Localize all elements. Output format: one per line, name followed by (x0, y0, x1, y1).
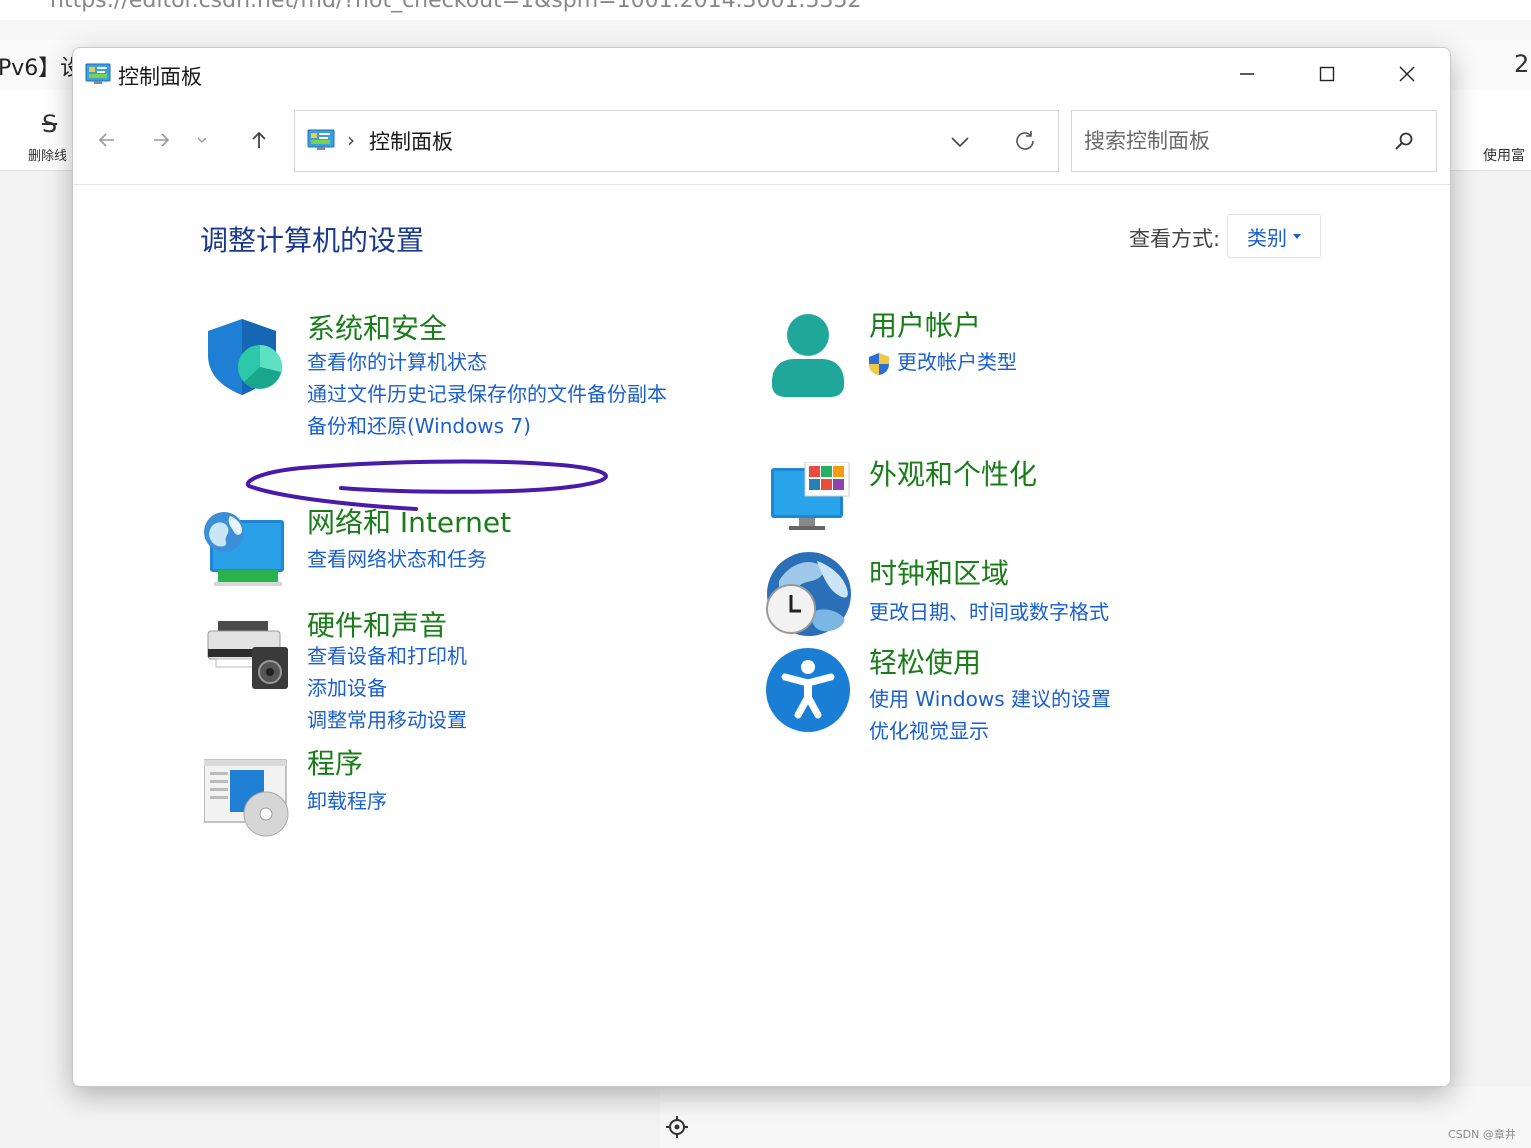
maximize-icon (1319, 66, 1335, 82)
category-title-programs[interactable]: 程序 (307, 742, 363, 782)
background-tab-strip (0, 20, 1531, 40)
close-icon (1399, 66, 1415, 82)
background-url-bar: https://editor.csdn.net/md/?not_checkout… (0, 0, 1531, 21)
link-change-account-type-label: 更改帐户类型 (897, 350, 1017, 374)
window-title: 控制面板 (118, 65, 202, 89)
caret-down-icon (1293, 233, 1301, 239)
link-change-account-type[interactable]: 更改帐户类型 (867, 346, 1017, 376)
link-file-history-backup[interactable]: 通过文件历史记录保存你的文件备份副本 (307, 378, 667, 407)
control-panel-icon (307, 129, 335, 150)
address-bar[interactable]: › 控制面板 (294, 110, 1059, 172)
category-title-system-security[interactable]: 系统和安全 (307, 307, 447, 347)
background-counter: 2 (1514, 50, 1530, 78)
watermark: CSDN @章井 (1448, 1128, 1516, 1141)
chevron-down-icon (197, 137, 207, 143)
recent-locations-button[interactable] (187, 118, 217, 162)
view-by-label: 查看方式: (1129, 227, 1221, 251)
monitor-tiles-icon (771, 462, 850, 530)
link-windows-suggested-settings[interactable]: 使用 Windows 建议的设置 (869, 683, 1111, 712)
network-globe-icon (204, 512, 284, 586)
accessibility-icon (766, 648, 850, 732)
search-box[interactable] (1071, 110, 1437, 172)
title-bar[interactable]: 控制面板 (73, 48, 1450, 100)
user-icon (772, 314, 844, 397)
globe-clock-icon (766, 552, 851, 636)
up-button[interactable] (237, 118, 281, 162)
category-title-hardware[interactable]: 硬件和声音 (307, 604, 447, 644)
search-icon[interactable] (1392, 129, 1416, 153)
link-view-computer-status[interactable]: 查看你的计算机状态 (307, 346, 487, 375)
search-input[interactable] (1082, 123, 1386, 159)
arrow-up-icon (252, 131, 266, 148)
content-area: 调整计算机的设置 查看方式: 类别 系统和安全 查看你的计算机状态 通过文件历史… (73, 185, 1450, 1086)
link-add-device[interactable]: 添加设备 (307, 672, 387, 701)
minimize-button[interactable] (1207, 48, 1287, 100)
programs-disc-icon (204, 759, 289, 837)
crosshair-icon[interactable] (665, 1115, 689, 1139)
category-title-ease-of-access[interactable]: 轻松使用 (869, 641, 981, 681)
link-mobility-settings[interactable]: 调整常用移动设置 (307, 704, 467, 733)
view-by-dropdown[interactable]: 类别 (1227, 214, 1321, 258)
printer-speaker-icon (207, 621, 288, 689)
close-button[interactable] (1367, 48, 1447, 100)
link-change-date-time-format[interactable]: 更改日期、时间或数字格式 (869, 596, 1109, 625)
link-optimize-visual-display[interactable]: 优化视觉显示 (869, 715, 989, 744)
category-title-user-accounts[interactable]: 用户帐户 (869, 304, 981, 344)
background-bottom-panel (660, 1086, 1531, 1148)
control-panel-icon (85, 63, 111, 84)
view-by-value: 类别 (1247, 225, 1287, 250)
minimize-icon (1240, 73, 1254, 75)
strikethrough-label: 删除线 (28, 149, 68, 164)
strikethrough-icon[interactable]: S (42, 110, 57, 138)
link-devices-printers[interactable]: 查看设备和打印机 (307, 640, 467, 669)
category-title-appearance[interactable]: 外观和个性化 (869, 453, 1037, 493)
control-panel-window: 控制面板 › 控制面板 搜索控制面板 调整计算机的设置 查看方式: 类别 系统和… (72, 47, 1451, 1087)
refresh-icon[interactable] (1011, 127, 1039, 155)
forward-button[interactable] (139, 118, 183, 162)
background-url-text: https://editor.csdn.net/md/?not_checkout… (50, 0, 862, 13)
arrow-right-icon (154, 133, 170, 147)
chevron-down-icon[interactable] (947, 129, 973, 155)
link-network-status-tasks[interactable]: 查看网络状态和任务 (307, 543, 487, 572)
back-button[interactable] (85, 118, 129, 162)
uac-shield-icon (869, 352, 889, 375)
breadcrumb-separator: › (347, 128, 355, 152)
shield-icon (208, 319, 282, 395)
maximize-button[interactable] (1287, 48, 1367, 100)
background-article-title: Pv6】设 (0, 56, 83, 81)
link-uninstall-program[interactable]: 卸载程序 (307, 785, 387, 814)
link-backup-restore[interactable]: 备份和还原(Windows 7) (307, 410, 531, 439)
breadcrumb-control-panel[interactable]: 控制面板 (369, 126, 453, 156)
rich-text-toggle-label[interactable]: 使用富 (1483, 145, 1525, 165)
arrow-left-icon (98, 133, 114, 147)
page-title: 调整计算机的设置 (200, 224, 425, 257)
category-title-network[interactable]: 网络和 Internet (307, 501, 511, 541)
category-title-clock-region[interactable]: 时钟和区域 (869, 552, 1009, 592)
